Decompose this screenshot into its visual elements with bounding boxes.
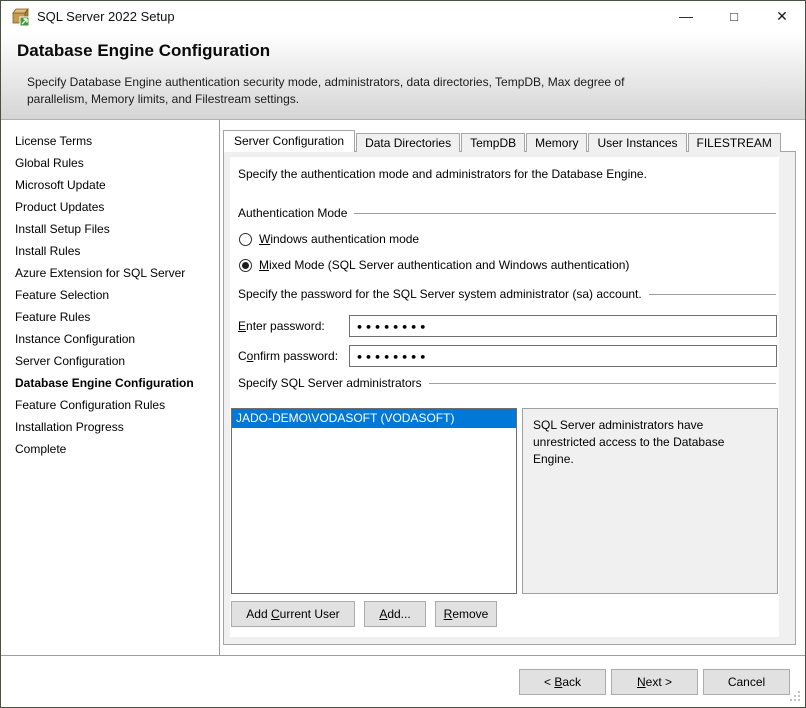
- remove-button[interactable]: Remove: [435, 601, 497, 627]
- tab-server-configuration[interactable]: Server Configuration: [223, 130, 356, 152]
- tab-tempdb[interactable]: TempDB: [461, 133, 526, 152]
- cancel-button[interactable]: Cancel: [703, 669, 790, 695]
- tab-panel-content: Specify the authentication mode and admi…: [230, 157, 779, 637]
- mixed-mode-radio-row[interactable]: Mixed Mode (SQL Server authentication an…: [239, 258, 629, 272]
- group-separator-line: [428, 382, 776, 384]
- sidebar-item-azure-extension: Azure Extension for SQL Server: [15, 266, 186, 280]
- setup-wizard-window: SQL Server 2022 Setup — □ ✕ Database Eng…: [0, 0, 806, 708]
- administrators-group-label: Specify SQL Server administrators: [238, 376, 422, 390]
- wizard-steps-sidebar: License Terms Global Rules Microsoft Upd…: [1, 120, 220, 655]
- authentication-mode-group: Authentication Mode: [238, 206, 776, 220]
- sa-password-group-label: Specify the password for the SQL Server …: [238, 287, 642, 301]
- sidebar-item-feature-rules: Feature Rules: [15, 310, 91, 324]
- administrators-info-panel: SQL Server administrators have unrestric…: [522, 408, 778, 594]
- group-separator-line: [354, 212, 776, 214]
- minimize-button[interactable]: —: [663, 1, 709, 32]
- sidebar-item-database-engine-configuration: Database Engine Configuration: [15, 376, 194, 390]
- close-button[interactable]: ✕: [759, 1, 805, 32]
- sidebar-item-license-terms: License Terms: [15, 134, 93, 148]
- confirm-password-row: Confirm password:: [238, 345, 777, 367]
- mixed-mode-radio-label: Mixed Mode (SQL Server authentication an…: [259, 258, 630, 272]
- windows-auth-radio-label: Windows authentication mode: [259, 232, 420, 246]
- auth-instruction-text: Specify the authentication mode and admi…: [238, 167, 647, 181]
- sidebar-item-microsoft-update: Microsoft Update: [15, 178, 106, 192]
- sql-server-setup-icon: [12, 7, 30, 27]
- group-separator-line: [648, 293, 776, 295]
- mixed-mode-radio[interactable]: [239, 258, 252, 272]
- maximize-button[interactable]: □: [711, 1, 757, 32]
- sidebar-item-instance-configuration: Instance Configuration: [15, 332, 136, 346]
- windows-auth-radio[interactable]: [239, 232, 252, 246]
- enter-password-label: Enter password:: [238, 319, 325, 333]
- administrator-list-item[interactable]: JADO-DEMO\VODASOFT (VODASOFT): [232, 409, 516, 428]
- sidebar-item-product-updates: Product Updates: [15, 200, 105, 214]
- administrators-listbox[interactable]: JADO-DEMO\VODASOFT (VODASOFT): [231, 408, 517, 594]
- page-description: Specify Database Engine authentication s…: [27, 75, 625, 106]
- sidebar-item-feature-selection: Feature Selection: [15, 288, 110, 302]
- tab-filestream[interactable]: FILESTREAM: [687, 133, 781, 152]
- sa-password-group: Specify the password for the SQL Server …: [238, 287, 776, 301]
- window-title: SQL Server 2022 Setup: [37, 9, 175, 24]
- confirm-password-label: Confirm password:: [238, 349, 339, 363]
- back-button[interactable]: < Back: [519, 669, 606, 695]
- sidebar-item-feature-configuration-rules: Feature Configuration Rules: [15, 398, 166, 412]
- tab-strip: Server Configuration Data Directories Te…: [223, 130, 782, 152]
- administrators-group: Specify SQL Server administrators: [238, 376, 776, 390]
- tab-memory[interactable]: Memory: [526, 133, 588, 152]
- enter-password-field[interactable]: [349, 315, 777, 337]
- wizard-footer: < Back Next > Cancel: [1, 655, 805, 707]
- server-configuration-tab-panel: Specify the authentication mode and admi…: [223, 151, 796, 645]
- confirm-password-field[interactable]: [349, 345, 777, 367]
- sidebar-item-server-configuration: Server Configuration: [15, 354, 126, 368]
- add-button[interactable]: Add...: [364, 601, 426, 627]
- authentication-mode-group-label: Authentication Mode: [238, 206, 348, 220]
- resize-grip[interactable]: [788, 691, 800, 703]
- sidebar-item-installation-progress: Installation Progress: [15, 420, 124, 434]
- sidebar-item-install-rules: Install Rules: [15, 244, 81, 258]
- next-button[interactable]: Next >: [611, 669, 698, 695]
- windows-auth-radio-row[interactable]: Windows authentication mode: [239, 232, 419, 246]
- title-bar: SQL Server 2022 Setup — □ ✕: [1, 1, 805, 32]
- tab-data-directories[interactable]: Data Directories: [356, 133, 461, 152]
- enter-password-row: Enter password:: [238, 315, 777, 337]
- sidebar-item-global-rules: Global Rules: [15, 156, 84, 170]
- sidebar-item-install-setup-files: Install Setup Files: [15, 222, 110, 236]
- page-title: Database Engine Configuration: [17, 41, 271, 60]
- sidebar-item-complete: Complete: [15, 442, 67, 456]
- tab-user-instances[interactable]: User Instances: [588, 133, 687, 152]
- add-current-user-button[interactable]: Add Current User: [231, 601, 355, 627]
- wizard-header: Database Engine Configuration Specify Da…: [1, 32, 805, 120]
